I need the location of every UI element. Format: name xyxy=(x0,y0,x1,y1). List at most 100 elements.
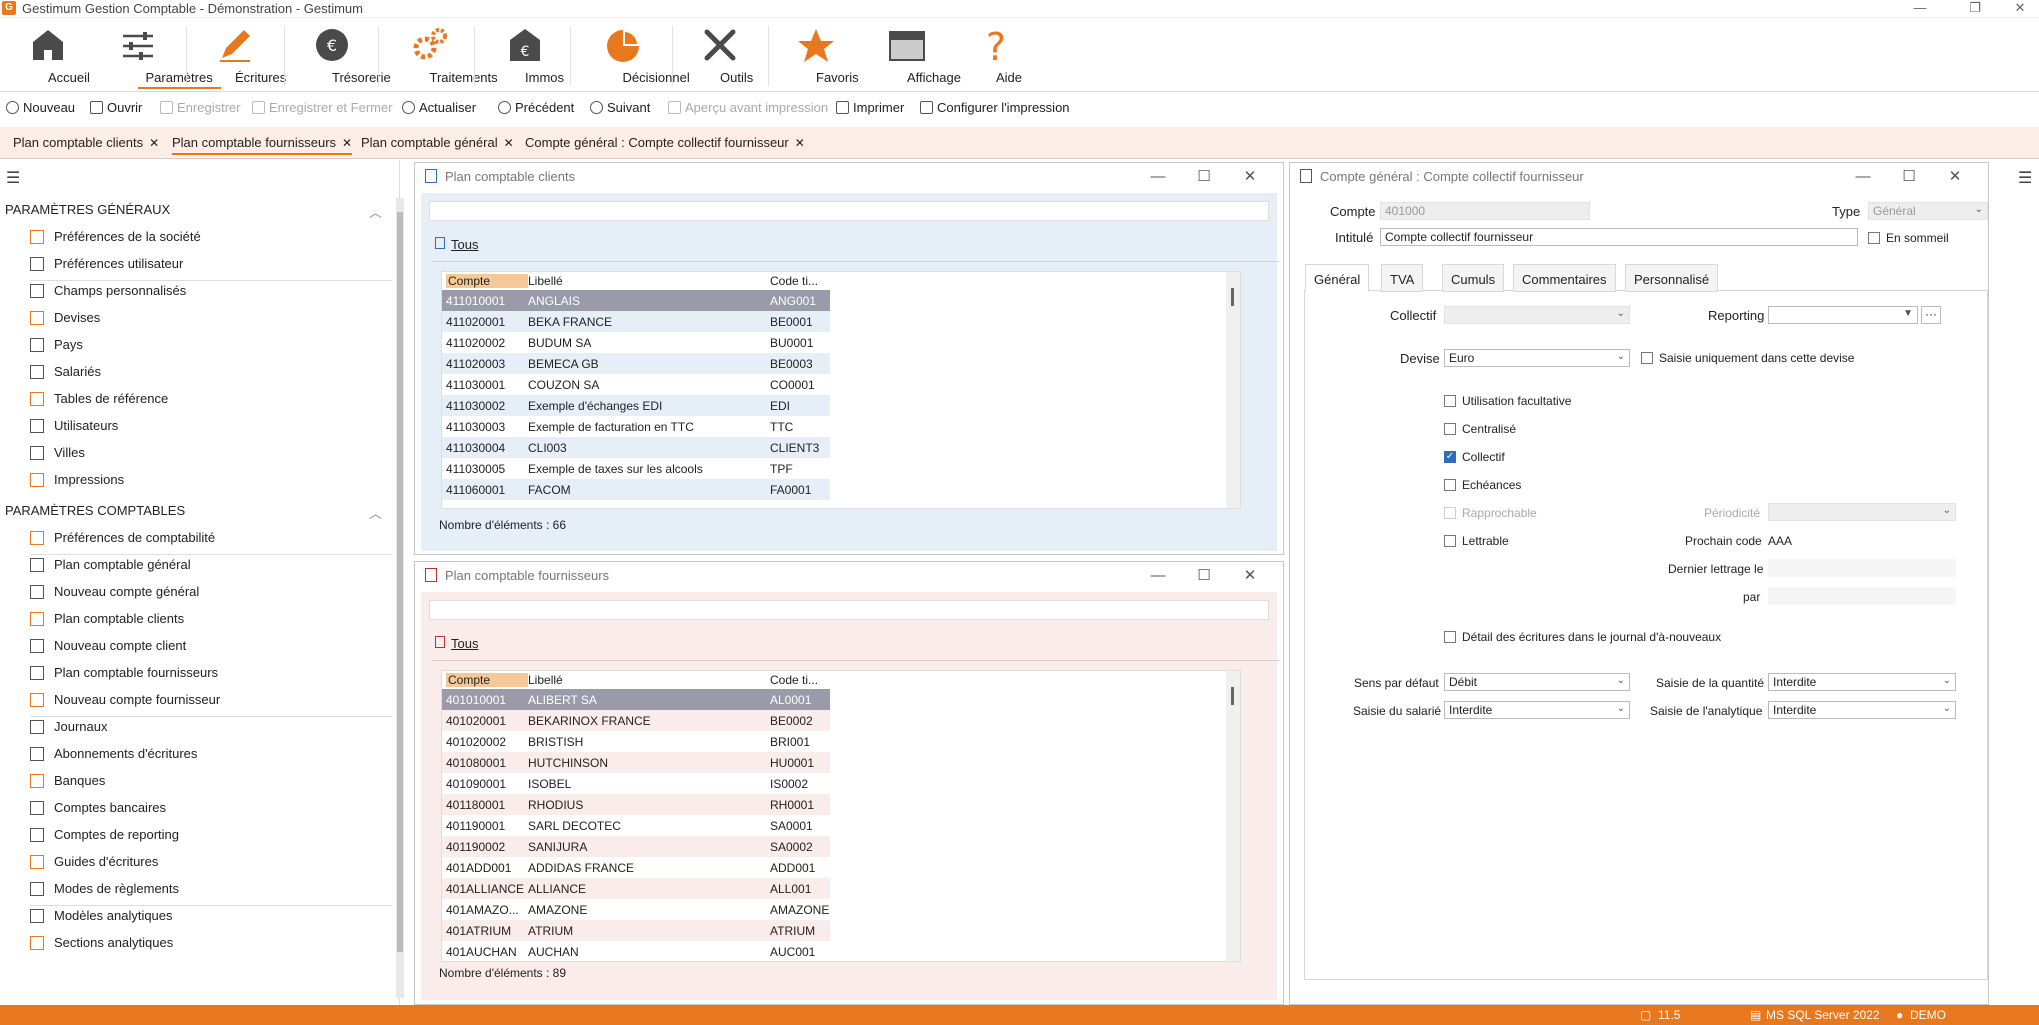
ribbon-affichage[interactable]: Affichage xyxy=(872,26,961,85)
maximize-icon[interactable]: ☐ xyxy=(1181,566,1227,584)
nav-item[interactable]: Nouveau compte fournisseur xyxy=(30,692,220,707)
table-row[interactable]: 401080001 HUTCHINSON HU0001 xyxy=(442,752,830,773)
section-parametres-comptables[interactable]: PARAMÈTRES COMPTABLES ︿ xyxy=(5,503,390,521)
close-icon[interactable]: ✕ xyxy=(1932,167,1978,185)
table-row[interactable]: 411020003 BEMECA GB BE0003 xyxy=(442,353,830,374)
tab-plan-fournisseurs[interactable]: Plan comptable fournisseurs ✕ xyxy=(172,135,353,155)
nav-item[interactable]: Banques xyxy=(30,773,105,788)
nav-item[interactable]: Journaux xyxy=(30,719,107,734)
nav-item[interactable]: Comptes de reporting xyxy=(30,827,179,842)
tab-plan-clients[interactable]: Plan comptable clients ✕ xyxy=(13,135,159,150)
nav-item[interactable]: Préférences de la société xyxy=(30,229,201,244)
nav-item[interactable]: Plan comptable clients xyxy=(30,611,184,626)
close-tab-icon[interactable]: ✕ xyxy=(149,136,159,150)
salarie-select[interactable]: Interdite ⌄ xyxy=(1444,701,1630,719)
restore-icon[interactable]: ❐ xyxy=(1960,0,1990,16)
nav-item[interactable]: Sections analytiques xyxy=(30,935,173,950)
ribbon-outils[interactable]: Outils xyxy=(690,26,753,85)
fournisseurs-search-input[interactable] xyxy=(429,600,1269,620)
collectif-checkbox[interactable]: ✓ Collectif xyxy=(1444,450,1505,464)
nav-item[interactable]: Modèles analytiques xyxy=(30,908,173,923)
actualiser-button[interactable]: Actualiser xyxy=(402,100,476,115)
nav-item[interactable]: Guides d'écritures xyxy=(30,854,158,869)
table-row[interactable]: 411030004 CLI003 CLIENT3 xyxy=(442,437,830,458)
nav-item[interactable]: Utilisateurs xyxy=(30,418,118,433)
nav-item[interactable]: Modes de règlements xyxy=(30,881,179,896)
table-row[interactable]: 411030002 Exemple d'échanges EDI EDI xyxy=(442,395,830,416)
column-header[interactable]: Libellé xyxy=(528,673,768,687)
nouveau-button[interactable]: Nouveau xyxy=(6,100,75,115)
table-row[interactable]: 401180001 RHODIUS RH0001 xyxy=(442,794,830,815)
nav-item[interactable]: Pays xyxy=(30,337,83,352)
nav-item[interactable]: Abonnements d'écritures xyxy=(30,746,197,761)
utilisation-checkbox[interactable]: Utilisation facultative xyxy=(1444,394,1571,408)
close-tab-icon[interactable]: ✕ xyxy=(342,136,352,150)
nav-item[interactable]: Champs personnalisés xyxy=(30,283,186,298)
analytique-select[interactable]: Interdite ⌄ xyxy=(1768,701,1956,719)
ribbon-traitements[interactable]: Traitements xyxy=(392,26,498,85)
apercu-button[interactable]: Aperçu avant impression xyxy=(668,100,828,115)
table-row[interactable]: 401020002 BRISTISH BRI001 xyxy=(442,731,830,752)
minimize-icon[interactable]: — xyxy=(1905,0,1935,15)
ribbon-immos[interactable]: € Immos xyxy=(495,26,564,85)
ribbon-parametres[interactable]: Paramètres xyxy=(100,26,221,89)
devise-select[interactable]: Euro ⌄ xyxy=(1444,349,1630,367)
ouvrir-button[interactable]: Ouvrir xyxy=(90,100,142,115)
right-panel-menu-icon[interactable]: ☰ xyxy=(2018,168,2032,188)
minimize-icon[interactable]: — xyxy=(1135,168,1181,185)
precedent-button[interactable]: Précédent xyxy=(498,100,574,115)
ribbon-favoris[interactable]: Favoris xyxy=(786,26,859,85)
reporting-select[interactable]: ▼ xyxy=(1768,306,1918,324)
nav-item[interactable]: Préférences de comptabilité xyxy=(30,530,215,545)
hamburger-menu-icon[interactable]: ☰ xyxy=(6,168,20,188)
detail-ecritures-checkbox[interactable]: Détail des écritures dans le journal d'à… xyxy=(1444,630,1721,644)
table-row[interactable]: 401090001 ISOBEL IS0002 xyxy=(442,773,830,794)
close-icon[interactable]: ✕ xyxy=(2005,0,2035,16)
column-header[interactable]: Compte xyxy=(446,274,528,288)
table-row[interactable]: 411030005 Exemple de taxes sur les alcool… xyxy=(442,458,830,479)
tab-compte-general[interactable]: Compte général : Compte collectif fourni… xyxy=(525,135,805,150)
table-row[interactable]: 401ALLIANCE ALLIANCE ALL001 xyxy=(442,878,830,899)
table-row[interactable]: 401ADD001 ADDIDAS FRANCE ADD001 xyxy=(442,857,830,878)
reporting-more-button[interactable]: ··· xyxy=(1921,306,1941,324)
close-tab-icon[interactable]: ✕ xyxy=(504,136,514,150)
table-row[interactable]: 401010001 ALIBERT SA AL0001 xyxy=(442,689,830,710)
table-row[interactable]: 401190001 SARL DECOTEC SA0001 xyxy=(442,815,830,836)
ribbon-decisionnel[interactable]: Décisionnel xyxy=(585,26,690,85)
table-row[interactable]: 401190002 SANIJURA SA0002 xyxy=(442,836,830,857)
table-row[interactable]: 401AUCHAN AUCHAN AUC001 xyxy=(442,941,830,962)
nav-item[interactable]: Salariés xyxy=(30,364,101,379)
chevron-up-icon[interactable]: ︿ xyxy=(369,202,382,221)
chevron-up-icon[interactable]: ︿ xyxy=(369,503,382,522)
close-icon[interactable]: ✕ xyxy=(1227,167,1273,185)
table-row[interactable]: 411010001 ANGLAIS ANG001 xyxy=(442,290,830,311)
centralise-checkbox[interactable]: Centralisé xyxy=(1444,422,1516,436)
nav-item[interactable]: Impressions xyxy=(30,472,124,487)
nav-item[interactable]: Villes xyxy=(30,445,85,460)
echeances-checkbox[interactable]: Echéances xyxy=(1444,478,1521,492)
filter-tous[interactable]: Tous xyxy=(435,237,478,252)
minimize-icon[interactable]: — xyxy=(1135,567,1181,584)
filter-tous[interactable]: Tous xyxy=(435,636,478,651)
table-row[interactable]: 411020002 BUDUM SA BU0001 xyxy=(442,332,830,353)
minimize-icon[interactable]: — xyxy=(1840,168,1886,185)
table-row[interactable]: 411060001 FACOM FA0001 xyxy=(442,479,830,500)
enregistrer-fermer-button[interactable]: Enregistrer et Fermer xyxy=(252,100,393,115)
maximize-icon[interactable]: ☐ xyxy=(1181,167,1227,185)
tab-plan-general[interactable]: Plan comptable général ✕ xyxy=(361,135,514,150)
rapprochable-checkbox[interactable]: Rapprochable xyxy=(1444,506,1537,520)
nav-item[interactable]: Préférences utilisateur xyxy=(30,256,183,271)
lettrable-checkbox[interactable]: Lettrable xyxy=(1444,534,1509,548)
sens-select[interactable]: Débit ⌄ xyxy=(1444,673,1630,691)
column-header[interactable]: Compte xyxy=(446,673,528,687)
suivant-button[interactable]: Suivant xyxy=(590,100,650,115)
nav-item[interactable]: Plan comptable fournisseurs xyxy=(30,665,218,680)
nav-item[interactable]: Plan comptable général xyxy=(30,557,191,572)
column-header[interactable]: Code ti... xyxy=(770,673,830,687)
imprimer-button[interactable]: Imprimer xyxy=(836,100,904,115)
table-row[interactable]: 401AMAZO... AMAZONE AMAZONE xyxy=(442,899,830,920)
table-row[interactable]: 411020001 BEKA FRANCE BE0001 xyxy=(442,311,830,332)
table-row[interactable]: 411030001 COUZON SA CO0001 xyxy=(442,374,830,395)
column-header[interactable]: Libellé xyxy=(528,274,768,288)
dropdown-arrow-icon[interactable]: ▼ xyxy=(1903,308,1913,319)
